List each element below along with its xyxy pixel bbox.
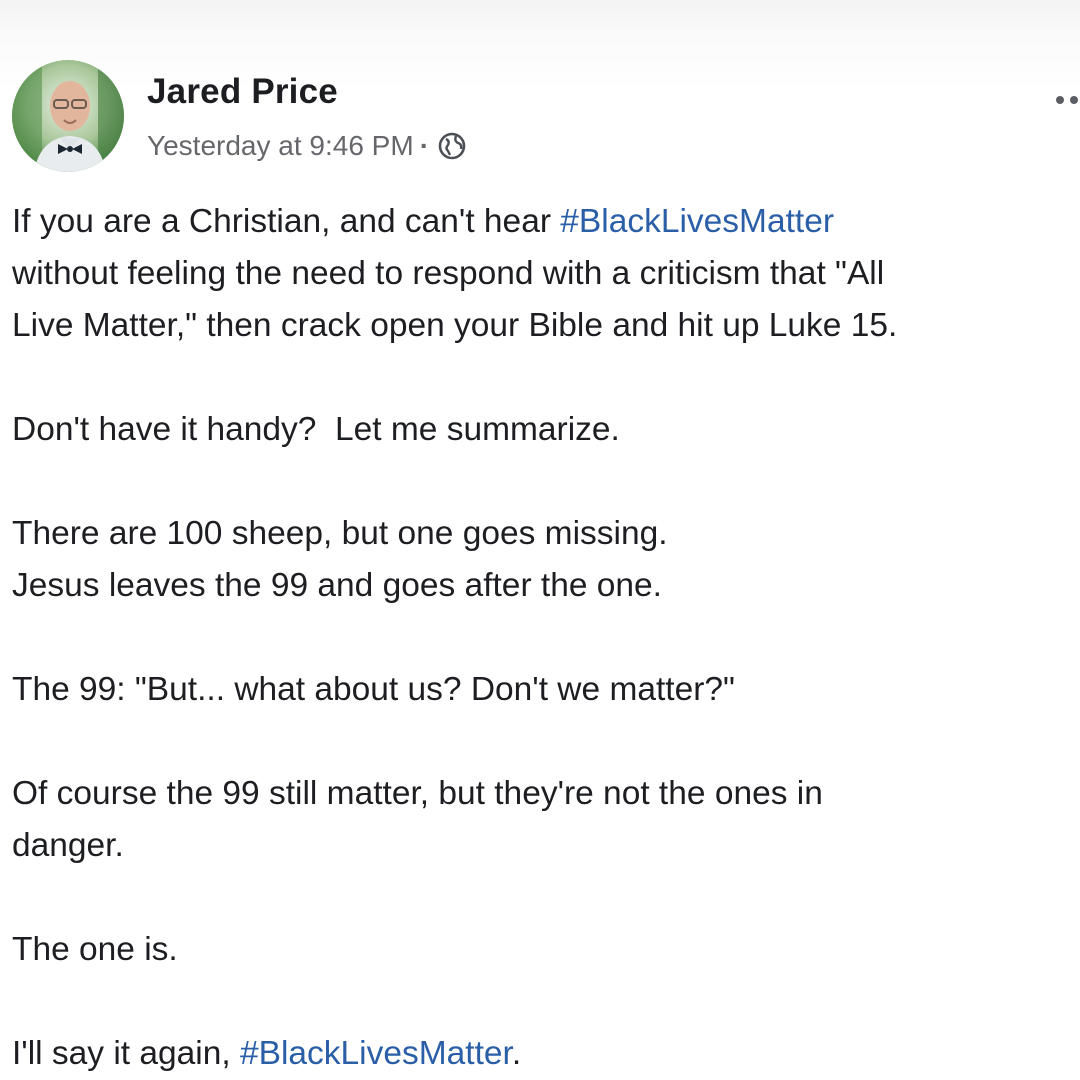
post-timestamp[interactable]: Yesterday at 9:46 PM <box>147 130 414 162</box>
post-line: I'll say it again, #BlackLivesMatter. <box>12 1028 1074 1080</box>
post-line: Of course the 99 still matter, but they'… <box>12 775 823 812</box>
author-name[interactable]: Jared Price <box>147 72 338 112</box>
post-line: Live Matter," then crack open your Bible… <box>12 307 898 344</box>
more-options-icon[interactable] <box>1054 92 1080 108</box>
post-line: Jesus leaves the 99 and goes after the o… <box>12 567 662 604</box>
avatar[interactable] <box>12 60 124 172</box>
post-line: If you are a Christian, and can't hear #… <box>12 196 1074 248</box>
post-line: The 99: "But... what about us? Don't we … <box>12 671 735 708</box>
post-meta: Yesterday at 9:46 PM · <box>147 126 467 166</box>
post-line: The one is. <box>12 931 178 968</box>
avatar-photo <box>12 60 124 172</box>
globe-icon <box>437 131 467 161</box>
text-segment: I'll say it again, <box>12 1035 240 1072</box>
facebook-post: Jared Price Yesterday at 9:46 PM · If yo… <box>0 0 1080 1080</box>
text-segment: . <box>511 1035 522 1072</box>
hashtag-link[interactable]: #BlackLivesMatter <box>560 203 834 240</box>
post-line: There are 100 sheep, but one goes missin… <box>12 515 668 552</box>
post-line: Don't have it handy? Let me summarize. <box>12 411 620 448</box>
meta-separator: · <box>419 130 430 161</box>
text-segment: If you are a Christian, and can't hear <box>12 203 561 240</box>
post-line: danger. <box>12 827 124 864</box>
post-line: without feeling the need to respond with… <box>12 255 885 292</box>
post-text: If you are a Christian, and can't hear #… <box>12 196 1074 1080</box>
hashtag-link[interactable]: #BlackLivesMatter <box>240 1035 512 1072</box>
